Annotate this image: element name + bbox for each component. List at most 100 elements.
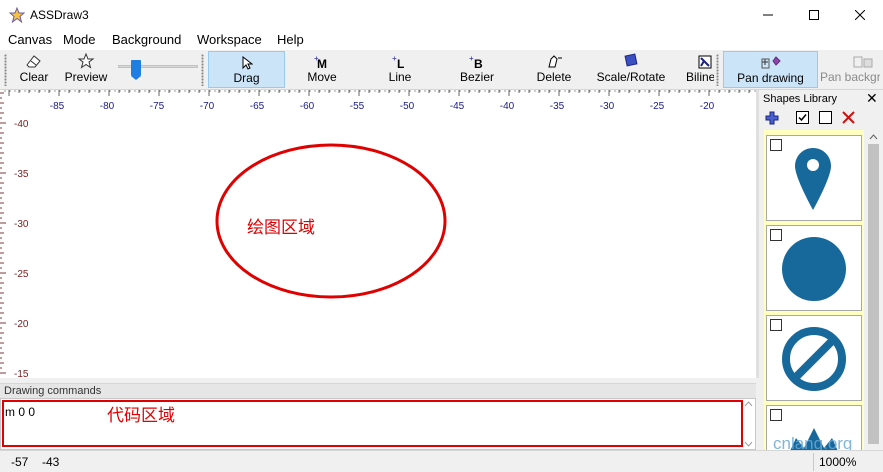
ruler-y-label: -20	[14, 319, 29, 330]
ruler-x-label: -50	[400, 101, 415, 112]
bilinear-icon	[698, 55, 712, 69]
scale-rotate-label: Scale/Rotate	[596, 70, 666, 84]
library-toolbar	[759, 108, 883, 128]
shape-checkbox[interactable]	[770, 409, 782, 421]
preview-button[interactable]: Preview	[60, 51, 112, 88]
window-title: ASSDraw3	[30, 8, 89, 22]
shape-checkbox[interactable]	[770, 139, 782, 151]
line-button[interactable]: L + Line	[376, 51, 424, 88]
delete-pen-icon	[548, 55, 562, 68]
status-separator	[813, 453, 814, 471]
bilinear-button[interactable]: Biline	[686, 51, 714, 88]
code-area-annotation: 代码区域	[107, 406, 175, 425]
shape-checkbox[interactable]	[770, 229, 782, 241]
cursor-y-readout: -43	[42, 455, 60, 469]
commands-header: Drawing commands	[0, 383, 756, 398]
commands-title: Drawing commands	[4, 385, 102, 397]
move-button[interactable]: M + Move	[296, 51, 348, 88]
app-window: ASSDraw3 Canvas Mode Background Workspac…	[0, 0, 883, 472]
drag-button[interactable]: Drag	[208, 51, 285, 88]
prohibited-icon	[782, 327, 846, 391]
app-icon	[9, 7, 25, 23]
close-icon	[855, 10, 865, 20]
cursor-arrow-icon	[242, 56, 253, 70]
bezier-button[interactable]: B + Bezier	[453, 51, 501, 88]
cursor-x-readout: -57	[11, 455, 29, 469]
horizontal-ruler: -85 -80 -75 -70 -65 -60 -55 -50 -45 -40 -35 -30 -25 -…	[4, 90, 756, 112]
pan-background-button[interactable]: Pan backgr	[820, 51, 880, 88]
line-icon: L+	[392, 55, 404, 69]
pan-drawing-button[interactable]: Pan drawing	[723, 51, 818, 88]
library-scroll-thumb[interactable]	[868, 144, 879, 444]
drawing-area-annotation: 绘图区域	[247, 218, 315, 237]
title-bar: ASSDraw3	[0, 0, 883, 30]
svg-text:L: L	[397, 57, 404, 69]
check-all-icon[interactable]	[796, 111, 809, 124]
preview-label: Preview	[64, 70, 108, 84]
svg-text:B: B	[474, 57, 483, 69]
bilinear-label: Biline	[686, 70, 714, 84]
scale-rotate-button[interactable]: Scale/Rotate	[593, 51, 669, 88]
uncheck-all-icon[interactable]	[819, 111, 832, 124]
eraser-icon	[26, 55, 41, 68]
library-scrollbar[interactable]	[866, 130, 881, 450]
shapes-library-panel: Shapes Library ✕	[759, 90, 883, 450]
menu-workspace[interactable]: Workspace	[197, 32, 262, 47]
maximize-icon	[809, 10, 819, 20]
maximize-button[interactable]	[791, 0, 837, 30]
bezier-label: Bezier	[459, 70, 494, 84]
ruler-x-label: -55	[350, 101, 365, 112]
bezier-icon: B+	[469, 55, 483, 69]
shape-item-prohibited[interactable]	[766, 315, 862, 401]
ruler-x-label: -65	[250, 101, 265, 112]
shape-checkbox[interactable]	[770, 319, 782, 331]
delete-label: Delete	[536, 70, 572, 84]
line-label: Line	[388, 70, 412, 84]
scroll-up-icon[interactable]	[868, 132, 879, 142]
drawing-canvas[interactable]: -85 -80 -75 -70 -65 -60 -55 -50 -45 -40 -35 -30 -25-…	[0, 90, 756, 378]
status-bar: -57 -43 1000%	[0, 450, 883, 472]
move-icon: M+	[314, 55, 327, 69]
pan-drawing-icon	[761, 56, 781, 69]
minimize-button[interactable]	[745, 0, 791, 30]
zoom-slider-track[interactable]	[118, 65, 198, 68]
toolbar-grip[interactable]	[716, 54, 719, 86]
shapes-list	[764, 130, 864, 450]
menu-help[interactable]: Help	[277, 32, 304, 47]
commands-text[interactable]: m 0 0	[5, 405, 35, 419]
minimize-icon	[763, 14, 773, 16]
ruler-x-label: -25	[650, 101, 665, 112]
ruler-x-label: -70	[200, 101, 215, 112]
library-close-icon[interactable]: ✕	[866, 91, 878, 105]
zoom-slider-thumb[interactable]	[131, 60, 141, 80]
ruler-x-label: -75	[150, 101, 165, 112]
add-shape-icon[interactable]	[765, 111, 779, 125]
menu-bar: Canvas Mode Background Workspace Help	[0, 30, 883, 50]
library-title: Shapes Library	[763, 93, 837, 105]
shape-item-pin[interactable]	[766, 135, 862, 221]
shape-item-circle[interactable]	[766, 225, 862, 311]
menu-mode[interactable]: Mode	[63, 32, 96, 47]
close-button[interactable]	[837, 0, 883, 30]
ruler-x-label: -40	[500, 101, 515, 112]
delete-shape-icon[interactable]	[842, 111, 855, 124]
menu-background[interactable]: Background	[112, 32, 181, 47]
vertical-ruler: -40 -35 -30 -25 -20 -15	[0, 92, 29, 378]
delete-button[interactable]: Delete	[528, 51, 580, 88]
ruler-x-label: -45	[450, 101, 465, 112]
menu-canvas[interactable]: Canvas	[8, 32, 52, 47]
ruler-y-label: -25	[14, 269, 29, 280]
clear-button[interactable]: Clear	[12, 51, 56, 88]
ruler-x-label: -35	[550, 101, 565, 112]
toolbar-grip[interactable]	[201, 54, 204, 86]
ruler-x-label: -20	[700, 101, 715, 112]
drag-label: Drag	[233, 71, 260, 85]
ruler-y-label: -40	[14, 119, 29, 130]
map-pin-icon	[795, 148, 831, 210]
toolbar-grip[interactable]	[4, 54, 7, 86]
preview-icon	[77, 53, 95, 69]
commands-scrollbar[interactable]	[742, 399, 755, 449]
ruler-x-label: -85	[50, 101, 65, 112]
pan-background-label: Pan backgr	[820, 70, 880, 84]
filled-circle-icon	[782, 237, 846, 301]
